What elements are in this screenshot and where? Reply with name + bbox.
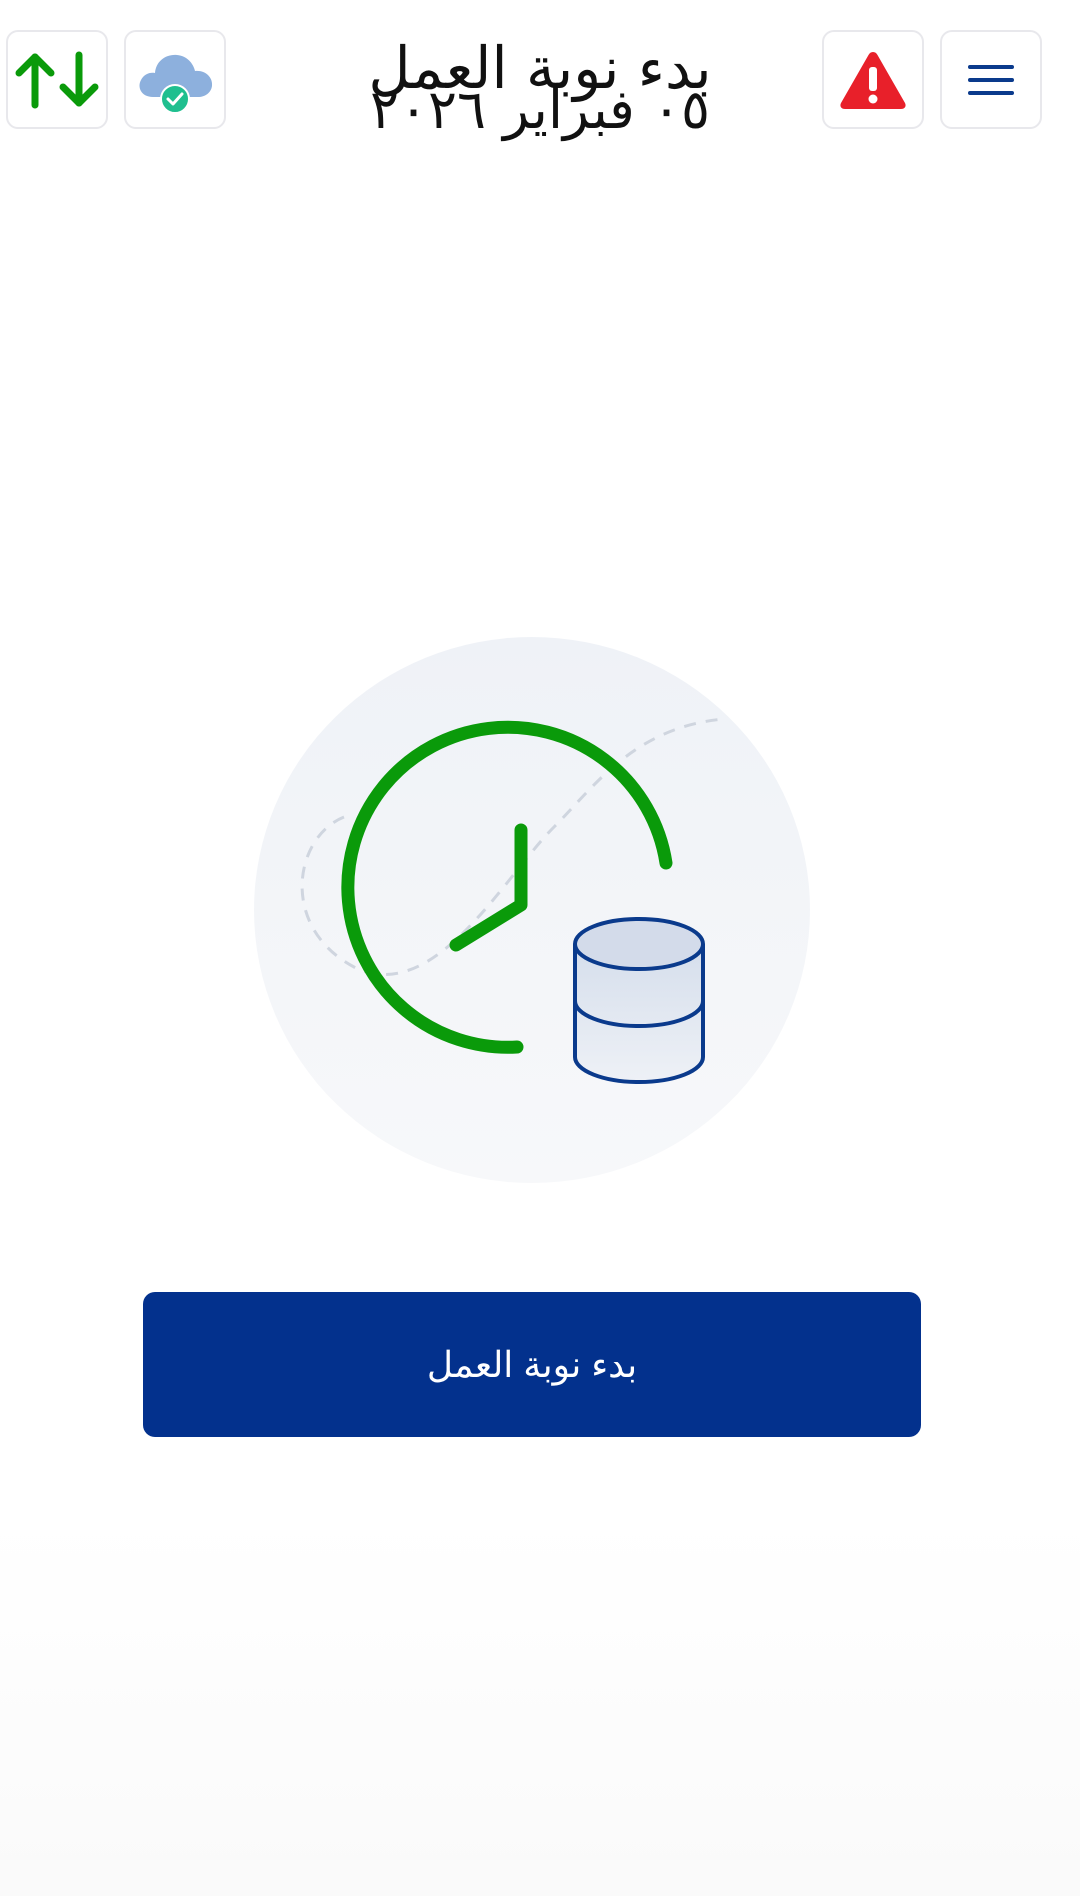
cloud-status-button[interactable]	[124, 30, 226, 129]
sync-arrows-icon	[15, 51, 99, 108]
start-shift-label: بدء نوبة العمل	[426, 1343, 638, 1385]
header-title-block: بدء نوبة العمل ٠٥ فبراير ٢٠٢٦	[300, 38, 780, 141]
start-shift-button[interactable]: بدء نوبة العمل	[143, 1292, 921, 1437]
shift-start-screen: بدء نوبة العمل ٠٥ فبراير ٢٠٢٦ بدء نوبة ا…	[0, 0, 1080, 1896]
alert-button[interactable]	[822, 30, 924, 129]
sync-button[interactable]	[6, 30, 108, 129]
cloud-check-icon	[139, 54, 213, 113]
current-date: ٠٥ فبراير ٢٠٢٦	[369, 78, 711, 141]
hamburger-menu-icon	[968, 64, 1014, 95]
warning-icon	[840, 51, 906, 109]
menu-button[interactable]	[940, 30, 1042, 129]
clock-database-icon	[254, 637, 810, 1183]
